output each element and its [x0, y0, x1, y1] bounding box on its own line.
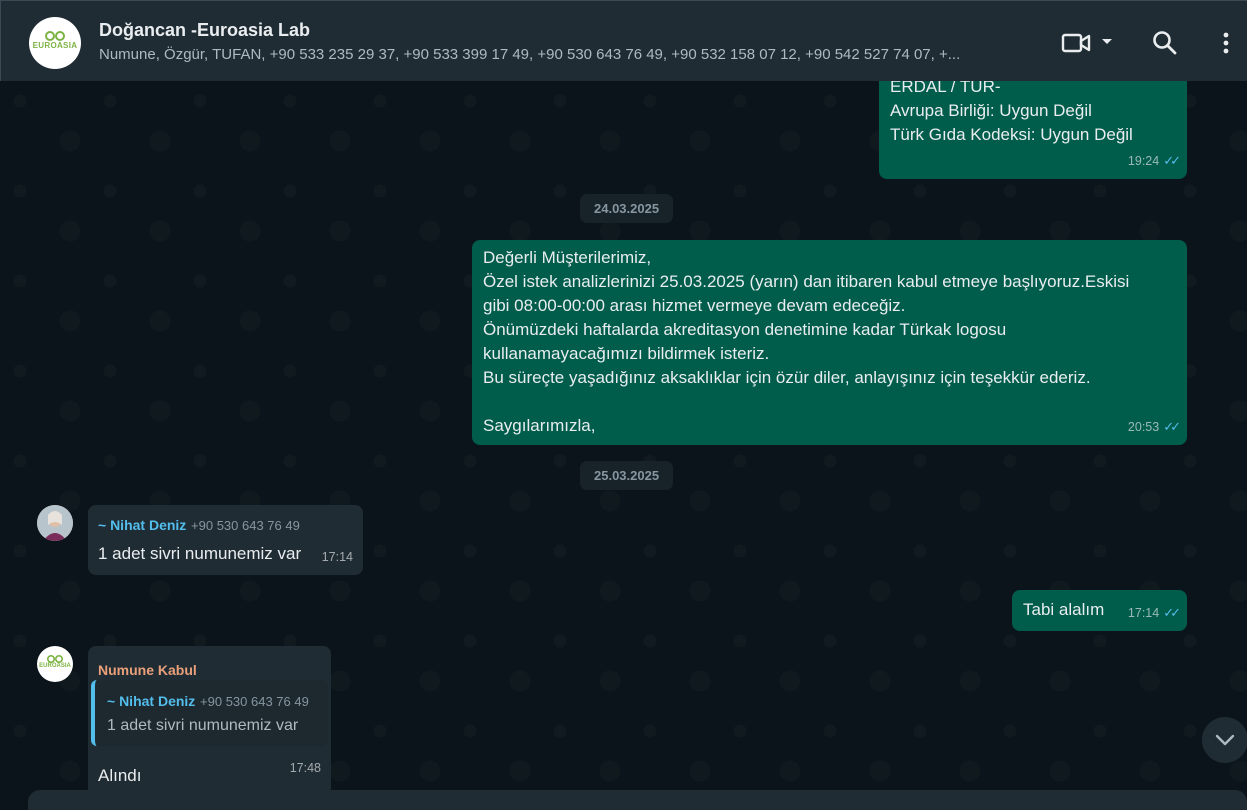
message-time: 19:24 [1127, 154, 1160, 168]
video-call-icon[interactable] [1061, 32, 1091, 54]
message-meta: 17:14 [322, 545, 353, 569]
quoted-sender: ~ Nihat Deniz [107, 693, 196, 709]
message-incoming[interactable]: ~ Nihat Deniz +90 530 643 76 49 1 adet s… [88, 505, 363, 575]
search-icon[interactable] [1152, 30, 1178, 56]
quoted-phone: +90 530 643 76 49 [200, 694, 309, 709]
quoted-message[interactable]: ~ Nihat Deniz +90 530 643 76 49 1 adet s… [91, 680, 328, 746]
message-time: 17:14 [321, 550, 353, 564]
sender-phone: +90 530 643 76 49 [191, 518, 300, 533]
message-text: Türk Gıda Kodeksi: Uygun Değil [890, 125, 1133, 144]
message-text: ERDAL / TUR- [890, 81, 1001, 96]
message-meta: 20:53 ✓✓ [1127, 415, 1181, 439]
message-time: 17:14 [1127, 606, 1160, 620]
date-separator: 24.03.2025 [580, 194, 674, 223]
message-text: Tabi alalım [1023, 600, 1105, 619]
message-time: 17:48 [289, 761, 321, 775]
person-photo-icon [37, 505, 73, 541]
logo-icon [47, 655, 63, 663]
double-check-icon: ✓✓ [1163, 605, 1181, 620]
sender-avatar[interactable]: EUROASIA [37, 646, 73, 682]
sender-name[interactable]: Numune Kabul [98, 658, 197, 682]
chat-area[interactable]: ERDAL / TUR- Avrupa Birliği: Uygun Değil… [0, 81, 1247, 801]
group-avatar[interactable]: EUROASIA [29, 17, 81, 69]
chat-title[interactable]: Doğancan -Euroasia Lab [99, 20, 310, 41]
message-text: Alındı [98, 766, 142, 785]
quoted-text: 1 adet sivri numunemiz var [107, 717, 299, 734]
date-separator: 25.03.2025 [580, 461, 674, 490]
message-text: Avrupa Birliği: Uygun Değil [890, 101, 1092, 120]
chat-participants[interactable]: Numune, Özgür, TUFAN, +90 533 235 29 37,… [99, 46, 1009, 63]
message-text: 1 adet sivri numunemiz var [98, 544, 302, 563]
logo-icon [45, 31, 65, 41]
chevron-down-icon[interactable] [1101, 38, 1113, 46]
double-check-icon: ✓✓ [1163, 153, 1181, 168]
sender-name[interactable]: ~ Nihat Deniz [98, 517, 186, 533]
menu-dots-icon[interactable] [1221, 31, 1231, 55]
message-text: Değerli Müşterilerimiz, Özel istek anali… [483, 248, 1130, 435]
chat-header[interactable]: EUROASIA Doğancan -Euroasia Lab Numune, … [0, 0, 1247, 81]
message-meta: 19:24 ✓✓ [1127, 149, 1181, 173]
message-time: 20:53 [1127, 420, 1160, 434]
logo-text: EUROASIA [39, 663, 71, 669]
message-incoming[interactable]: Numune Kabul ~ Nihat Deniz +90 530 643 7… [88, 646, 331, 801]
scroll-down-button[interactable] [1202, 717, 1247, 763]
sender-avatar[interactable] [37, 505, 73, 541]
message-outgoing[interactable]: Değerli Müşterilerimiz, Özel istek anali… [472, 240, 1187, 445]
double-check-icon: ✓✓ [1163, 419, 1181, 434]
message-outgoing[interactable]: Tabi alalım 17:14 ✓✓ [1012, 590, 1187, 631]
message-outgoing[interactable]: ERDAL / TUR- Avrupa Birliği: Uygun Değil… [879, 81, 1187, 179]
message-meta: 17:14 ✓✓ [1127, 601, 1181, 625]
composer-bar[interactable] [28, 790, 1247, 810]
logo-text: EUROASIA [32, 41, 78, 50]
message-meta: 17:48 [290, 756, 321, 780]
chevron-down-icon [1215, 734, 1235, 746]
